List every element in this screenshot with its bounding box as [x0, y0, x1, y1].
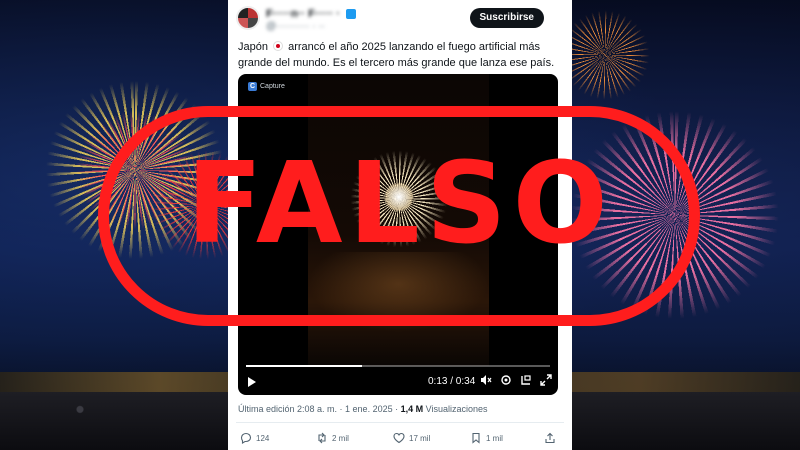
bookmark-button[interactable]: 1 mil [470, 432, 503, 444]
capture-icon: C [248, 82, 257, 91]
views-count: 1,4 M [400, 404, 424, 414]
false-stamp-text: FALSO [186, 139, 614, 269]
expand-icon[interactable] [540, 374, 552, 389]
reply-icon [240, 432, 252, 444]
share-button[interactable] [544, 432, 556, 444]
divider [236, 422, 564, 423]
like-button[interactable]: 17 mil [393, 432, 430, 444]
video-progress-fill [246, 365, 362, 367]
views-label: Visualizaciones [425, 404, 488, 414]
display-name[interactable]: F·····n·· F····· · [266, 8, 340, 20]
repost-button[interactable]: 2 mil [316, 432, 349, 444]
subscribe-button[interactable]: Suscribirse [469, 8, 544, 28]
bookmark-count: 1 mil [486, 433, 503, 443]
pip-icon[interactable] [520, 374, 532, 389]
bookmark-icon [472, 432, 480, 444]
firework-burst [560, 10, 650, 100]
video-progress-bar[interactable] [246, 365, 550, 367]
capture-label: Capture [260, 83, 285, 90]
user-handle[interactable]: @·········· · ·· [266, 21, 325, 32]
play-icon[interactable] [248, 377, 256, 387]
tweet-header: F·····n·· F····· · @·········· · ·· Susc… [236, 6, 564, 32]
heart-icon [393, 432, 405, 444]
reply-count: 124 [256, 433, 270, 443]
tweet-text-country: Japón [238, 41, 268, 53]
share-icon [545, 432, 555, 444]
repost-icon [318, 432, 326, 444]
tweet-actions: 124 2 mil 17 mil 1 mil [240, 432, 560, 446]
edit-timestamp[interactable]: Última edición 2:08 a. m. · 1 ene. 2025 … [238, 404, 398, 414]
mute-icon[interactable] [480, 374, 492, 389]
repost-count: 2 mil [332, 433, 349, 443]
tweet-text: Japón arrancó el año 2025 lanzando el fu… [238, 39, 564, 71]
tweet-meta: Última edición 2:08 a. m. · 1 ene. 2025 … [238, 404, 488, 414]
verified-icon [346, 9, 356, 19]
avatar[interactable] [236, 6, 260, 30]
video-time: 0:13 / 0:34 [428, 376, 476, 387]
japan-flag-icon [273, 41, 284, 51]
like-count: 17 mil [409, 433, 431, 443]
capture-watermark: C Capture [248, 82, 285, 91]
gear-icon[interactable] [500, 374, 512, 389]
reply-button[interactable]: 124 [240, 432, 269, 444]
tweet-text-body: arrancó el año 2025 lanzando el fuego ar… [238, 41, 555, 69]
